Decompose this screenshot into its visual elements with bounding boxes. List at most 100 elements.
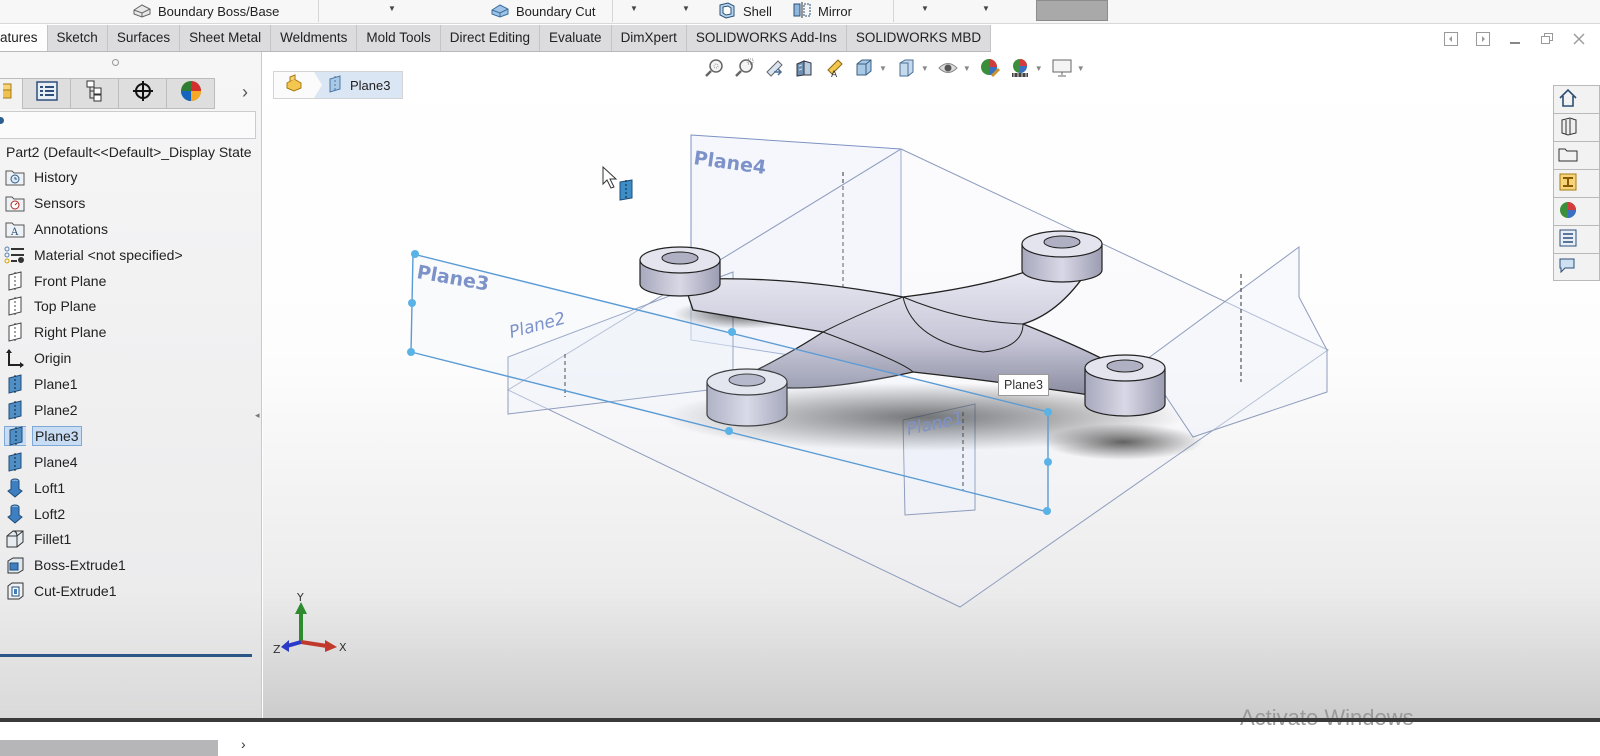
display-manager-icon [180, 80, 202, 107]
tree-node-sensors[interactable]: Sensors [0, 190, 262, 216]
tab-features[interactable]: atures [0, 25, 48, 51]
task-pane-appearances[interactable] [1553, 197, 1600, 225]
tile-right-icon[interactable] [1474, 32, 1492, 50]
feature-tree: History Sensors A Annotations Material <… [0, 164, 262, 604]
tile-left-icon[interactable] [1442, 32, 1460, 50]
plane3-tooltip: Plane3 [998, 374, 1049, 396]
ribbon-dropdown-caret[interactable]: ▼ [982, 4, 990, 13]
mirror-button[interactable]: Mirror [792, 0, 852, 22]
svg-text:A: A [10, 227, 19, 238]
tree-node-fillet1[interactable]: Fillet1 [0, 526, 262, 552]
tree-node-boss-extrude1[interactable]: Boss-Extrude1 [0, 552, 262, 578]
plane-icon [4, 296, 26, 317]
panel-grip[interactable] [112, 59, 119, 66]
loft-icon [4, 504, 26, 524]
tree-horizontal-scrollbar[interactable] [0, 740, 218, 756]
tree-node-plane3[interactable]: Plane3 [0, 423, 262, 449]
configurationmanager-icon [85, 80, 105, 107]
tab-dimxpert[interactable]: DimXpert [611, 25, 687, 51]
tree-node-label: Cut-Extrude1 [34, 583, 117, 600]
plane3-handle[interactable] [1044, 408, 1052, 416]
tree-node-label: Boss-Extrude1 [34, 557, 126, 574]
tree-filter-input[interactable] [0, 111, 256, 139]
plane3-handle[interactable] [408, 299, 416, 307]
tree-node-label: Top Plane [34, 298, 97, 315]
task-pane-custom-properties[interactable] [1553, 225, 1600, 253]
task-pane-forum[interactable] [1553, 253, 1600, 281]
forum-icon [1558, 256, 1578, 279]
loft-icon [4, 478, 26, 498]
tab-mold-tools[interactable]: Mold Tools [357, 25, 441, 51]
tree-node-label: History [34, 168, 78, 185]
ref-plane-icon [4, 374, 26, 394]
display-manager-tab[interactable] [167, 78, 215, 109]
triad-z-label: Z [273, 643, 281, 656]
tab-sheet-metal[interactable]: Sheet Metal [180, 25, 272, 51]
scroll-right-arrow[interactable]: › [241, 736, 246, 752]
fillet-icon [4, 529, 26, 549]
task-pane-home[interactable] [1553, 85, 1600, 113]
annotations-folder-icon: A [4, 219, 26, 239]
configurationmanager-tab[interactable] [71, 78, 119, 109]
chevron-right-icon[interactable]: › [242, 82, 248, 103]
close-icon[interactable] [1570, 32, 1588, 50]
plane3-handle[interactable] [1044, 458, 1052, 466]
ribbon-dropdown-caret[interactable]: ▼ [682, 4, 690, 13]
tree-node-origin[interactable]: Origin [0, 345, 262, 371]
tab-evaluate[interactable]: Evaluate [540, 25, 612, 51]
tab-solidworks-mbd[interactable]: SOLIDWORKS MBD [846, 25, 992, 51]
origin-icon [4, 348, 26, 369]
tab-solidworks-add-ins[interactable]: SOLIDWORKS Add-Ins [686, 25, 847, 51]
propertymanager-icon [35, 81, 58, 106]
plane-icon [4, 322, 26, 342]
tab-surfaces[interactable]: Surfaces [107, 25, 181, 51]
tree-node-history[interactable]: History [0, 164, 262, 190]
boss-right-front[interactable] [1084, 354, 1166, 417]
tree-node-plane4[interactable]: Plane4 [0, 449, 262, 475]
tree-node-material[interactable]: Material <not specified> [0, 242, 262, 268]
shell-label: Shell [743, 3, 772, 19]
tree-node-loft1[interactable]: Loft1 [0, 475, 262, 501]
tree-node-cut-extrude1[interactable]: Cut-Extrude1 [0, 578, 262, 604]
part-root-node[interactable]: Part2 (Default<<Default>_Display State [6, 144, 252, 160]
tree-node-plane1[interactable]: Plane1 [0, 371, 262, 397]
tree-node-label: Fillet1 [34, 531, 72, 548]
ribbon-dropdown-caret[interactable]: ▼ [388, 4, 396, 13]
plane3-handle[interactable] [725, 427, 733, 435]
dimxpert-manager-tab[interactable] [119, 78, 167, 109]
ribbon-dropdown-caret[interactable]: ▼ [630, 4, 638, 13]
tree-node-right-plane[interactable]: Right Plane [0, 319, 262, 345]
boundary-boss-base-label: Boundary Boss/Base [158, 3, 280, 19]
task-pane-design-library[interactable] [1553, 113, 1600, 141]
task-pane-file-explorer[interactable] [1553, 141, 1600, 169]
shell-button[interactable]: Shell [717, 0, 772, 22]
boundary-boss-base-button[interactable]: Boundary Boss/Base [132, 0, 279, 22]
tree-node-plane2[interactable]: Plane2 [0, 397, 262, 423]
plane3-handle[interactable] [411, 250, 419, 258]
panel-splitter-handle[interactable]: ◂ [255, 410, 262, 424]
graphics-area[interactable]: Plane3 A ▼ ▼ ▼ ▼ ▼ Plane4 Plane3 Plane2 … [263, 52, 1600, 722]
ribbon-gray-button[interactable] [1036, 0, 1108, 21]
boundary-cut-button[interactable]: Boundary Cut [490, 0, 596, 22]
ribbon-dropdown-caret[interactable]: ▼ [921, 4, 929, 13]
boss-front-left[interactable] [639, 246, 721, 297]
tree-node-loft2[interactable]: Loft2 [0, 501, 262, 527]
featuremanager-tree-tab[interactable] [0, 78, 23, 109]
tree-node-front-plane[interactable]: Front Plane [0, 268, 262, 294]
boss-back-right[interactable] [1021, 230, 1103, 283]
tab-sketch[interactable]: Sketch [47, 25, 108, 51]
minimize-icon[interactable] [1506, 32, 1524, 50]
tree-node-label: Plane2 [34, 401, 78, 418]
plane3-handle[interactable] [1043, 507, 1051, 515]
task-pane-view-palette[interactable] [1553, 169, 1600, 197]
tree-node-label: Plane3 [32, 425, 82, 446]
propertymanager-tab[interactable] [23, 78, 71, 109]
tree-node-top-plane[interactable]: Top Plane [0, 293, 262, 319]
restore-icon[interactable] [1538, 32, 1556, 50]
rollback-bar[interactable] [0, 654, 252, 657]
tab-direct-editing[interactable]: Direct Editing [440, 25, 541, 51]
tab-weldments[interactable]: Weldments [271, 25, 358, 51]
plane3-handle[interactable] [407, 348, 415, 356]
tree-node-annotations[interactable]: A Annotations [0, 216, 262, 242]
plane3-handle[interactable] [728, 328, 736, 336]
